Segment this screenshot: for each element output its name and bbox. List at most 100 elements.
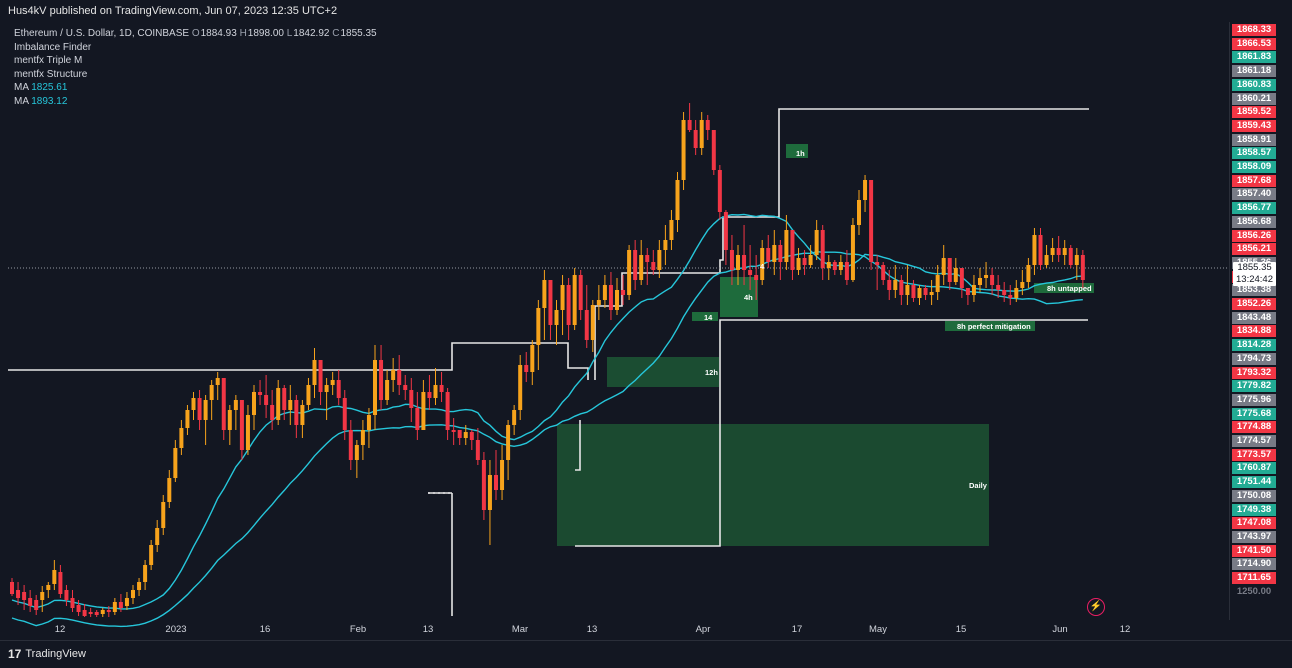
candle-body [850, 225, 855, 280]
zone-mitigation-label: 8h perfect mitigation [957, 322, 1031, 331]
candle-body [227, 410, 232, 430]
candle-body [772, 245, 777, 262]
publish-text: Hus4kV published on TradingView.com, Jun… [8, 5, 338, 17]
symbol-label[interactable]: Ethereum / U.S. Dollar, 1D, COINBASE [14, 28, 189, 39]
candle-body [373, 360, 377, 415]
x-tick-label: Jun [1052, 624, 1067, 635]
candle-body [917, 288, 922, 298]
zone-1h-label: 1h [796, 149, 805, 158]
x-tick-label: 13 [423, 624, 434, 635]
price-tag: 1856.77 [1232, 202, 1276, 215]
candle-body [300, 405, 305, 425]
candle-body [34, 600, 39, 610]
candle-body [693, 130, 698, 148]
low-value: 1842.92 [293, 28, 330, 39]
candle-body [330, 380, 335, 385]
candle-body [681, 120, 686, 180]
candle-body [239, 400, 244, 450]
price-tag: 1834.88 [1232, 325, 1276, 338]
candle-body [778, 245, 783, 262]
brand-name: TradingView [25, 648, 86, 660]
candle-body [893, 280, 898, 290]
candle-body [433, 385, 438, 398]
candle-body [64, 590, 69, 600]
price-tag: 1866.53 [1232, 37, 1276, 50]
candle-body [1080, 255, 1085, 280]
footer-bar [0, 640, 1292, 668]
candle-body [258, 392, 263, 395]
candle-body [802, 258, 807, 265]
indicator-structure[interactable]: mentfx Structure [14, 68, 377, 82]
candle-body [705, 120, 710, 130]
candle-body [82, 610, 87, 616]
price-tag: 1750.08 [1232, 489, 1276, 502]
candle-body [52, 570, 57, 584]
x-tick-label: 15 [956, 624, 967, 635]
candle-body [1014, 288, 1019, 298]
candle-body [155, 528, 160, 545]
structure-line [8, 342, 589, 380]
candle-body [947, 258, 952, 282]
bar-countdown: 13:24:42 [1236, 274, 1273, 285]
candle-body [929, 292, 934, 295]
candle-body [415, 408, 420, 430]
price-tag: 1773.57 [1232, 448, 1276, 461]
candle-body [615, 290, 619, 310]
candle-body [143, 565, 148, 582]
candle-body [578, 275, 583, 310]
candle-body [294, 400, 299, 425]
indicator-ma-2[interactable]: MA 1893.12 [14, 95, 377, 109]
x-tick-label: Mar [512, 624, 528, 635]
candle-body [475, 440, 480, 460]
x-tick-label: 16 [260, 624, 271, 635]
candle-body [76, 605, 81, 612]
candle-body [161, 502, 166, 528]
candle-body [421, 392, 426, 430]
current-price-box: 1855.35 13:24:42 [1233, 262, 1276, 286]
candle-body [548, 280, 553, 325]
candle-body [1044, 255, 1049, 265]
candle-body [814, 230, 819, 255]
candle-body [88, 612, 93, 614]
candle-body [264, 395, 269, 405]
price-tag: 1741.50 [1232, 544, 1276, 557]
candle-body [651, 262, 656, 270]
candle-body [590, 305, 595, 340]
tradingview-brand[interactable]: 17 TradingView [8, 647, 86, 661]
x-tick-label: Apr [696, 624, 711, 635]
flash-icon[interactable]: ⚡ [1087, 598, 1105, 616]
indicator-ma-1[interactable]: MA 1825.61 [14, 81, 377, 95]
candle-body [996, 285, 1001, 290]
candle-body [1026, 265, 1031, 282]
price-tag: 1794.73 [1232, 352, 1276, 365]
candle-body [1008, 295, 1013, 298]
candle-body [645, 255, 650, 262]
ohlc-line: Ethereum / U.S. Dollar, 1D, COINBASE O18… [14, 27, 377, 41]
candle-body [978, 278, 982, 285]
price-axis[interactable]: 1868.33 1866.53 1861.83 1861.18 1860.83 1860.… [1229, 22, 1292, 620]
candle-body [354, 445, 359, 460]
indicator-imbalance-finder[interactable]: Imbalance Finder [14, 41, 377, 55]
price-tag: 1861.83 [1232, 51, 1276, 64]
candle-body [736, 255, 740, 270]
indicator-triple-m[interactable]: mentfx Triple M [14, 54, 377, 68]
candle-body [965, 288, 970, 295]
price-tag: 1858.91 [1232, 133, 1276, 146]
tradingview-logo-icon: 17 [8, 647, 22, 661]
candle-body [46, 585, 51, 590]
price-tag: 1859.52 [1232, 106, 1276, 119]
high-value: 1898.00 [247, 28, 284, 39]
zone-daily [557, 424, 989, 546]
candle-body [754, 275, 759, 280]
candle-body [385, 380, 390, 400]
high-label: H [239, 28, 247, 39]
x-tick-label: May [869, 624, 887, 635]
candle-body [711, 130, 716, 170]
candle-body [687, 120, 692, 130]
x-tick-label: 13 [587, 624, 598, 635]
candle-body [875, 262, 880, 265]
candle-body [494, 475, 498, 490]
candle-body [22, 592, 27, 600]
price-tag: 1779.82 [1232, 380, 1276, 393]
ma2-value: 1893.12 [31, 95, 68, 107]
